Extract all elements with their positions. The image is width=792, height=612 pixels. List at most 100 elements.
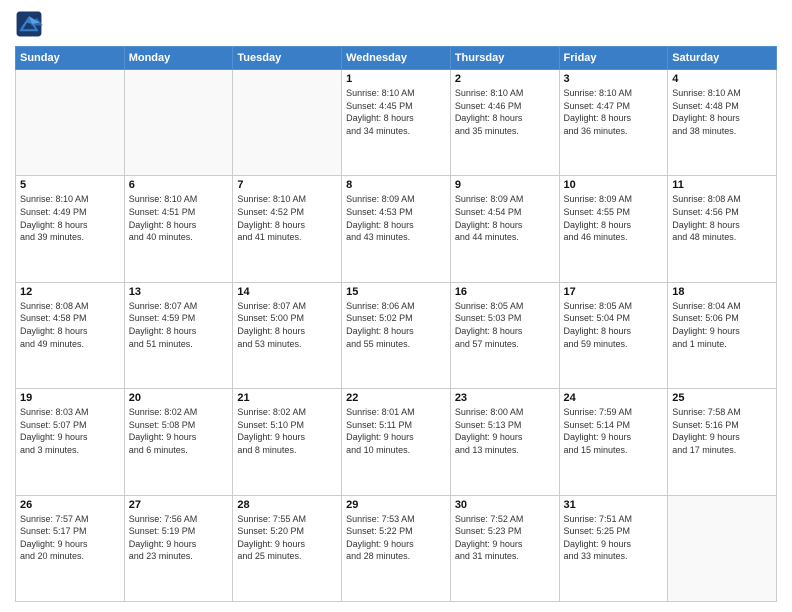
calendar-cell: 25 Sunrise: 7:58 AM Sunset: 5:16 PM Dayli… (668, 389, 777, 495)
calendar-cell: 22Sunrise: 8:01 AM Sunset: 5:11 PM Dayli… (342, 389, 451, 495)
day-info: Sunrise: 7:53 AM Sunset: 5:22 PM Dayligh… (346, 513, 446, 563)
calendar-cell (668, 495, 777, 601)
calendar-cell (16, 70, 125, 176)
day-info: Sunrise: 8:08 AM Sunset: 4:58 PM Dayligh… (20, 300, 120, 350)
day-number: 27 (129, 499, 229, 511)
week-row-4: 26 Sunrise: 7:57 AM Sunset: 5:17 PM Dayli… (16, 495, 777, 601)
calendar-cell: 10 Sunrise: 8:09 AM Sunset: 4:55 PM Dayli… (559, 176, 668, 282)
calendar-cell: 9 Sunrise: 8:09 AM Sunset: 4:54 PM Daylig… (450, 176, 559, 282)
day-info: Sunrise: 8:10 AM Sunset: 4:49 PM Dayligh… (20, 193, 120, 243)
calendar-cell: 21 Sunrise: 8:02 AM Sunset: 5:10 PM Dayli… (233, 389, 342, 495)
logo-icon (15, 10, 43, 38)
weekday-header-tuesday: Tuesday (233, 47, 342, 70)
calendar-cell: 1 Sunrise: 8:10 AM Sunset: 4:45 PM Daylig… (342, 70, 451, 176)
day-number: 1 (346, 73, 446, 85)
day-number: 13 (129, 286, 229, 298)
weekday-header-thursday: Thursday (450, 47, 559, 70)
day-info: Sunrise: 8:08 AM Sunset: 4:56 PM Dayligh… (672, 193, 772, 243)
day-info: Sunrise: 8:10 AM Sunset: 4:45 PM Dayligh… (346, 87, 446, 137)
day-number: 17 (564, 286, 664, 298)
calendar-cell: 26 Sunrise: 7:57 AM Sunset: 5:17 PM Dayli… (16, 495, 125, 601)
day-number: 7 (237, 179, 337, 191)
day-number: 20 (129, 392, 229, 404)
day-info: Sunrise: 8:10 AM Sunset: 4:52 PM Dayligh… (237, 193, 337, 243)
calendar-cell: 31Sunrise: 7:51 AM Sunset: 5:25 PM Dayli… (559, 495, 668, 601)
day-info: Sunrise: 8:02 AM Sunset: 5:10 PM Dayligh… (237, 406, 337, 456)
calendar-cell: 12Sunrise: 8:08 AM Sunset: 4:58 PM Dayli… (16, 282, 125, 388)
day-info: Sunrise: 8:00 AM Sunset: 5:13 PM Dayligh… (455, 406, 555, 456)
day-number: 9 (455, 179, 555, 191)
day-info: Sunrise: 7:56 AM Sunset: 5:19 PM Dayligh… (129, 513, 229, 563)
day-info: Sunrise: 8:01 AM Sunset: 5:11 PM Dayligh… (346, 406, 446, 456)
calendar-cell: 30 Sunrise: 7:52 AM Sunset: 5:23 PM Dayli… (450, 495, 559, 601)
day-info: Sunrise: 8:10 AM Sunset: 4:48 PM Dayligh… (672, 87, 772, 137)
weekday-header-wednesday: Wednesday (342, 47, 451, 70)
calendar-cell: 13Sunrise: 8:07 AM Sunset: 4:59 PM Dayli… (124, 282, 233, 388)
calendar-cell: 5 Sunrise: 8:10 AM Sunset: 4:49 PM Daylig… (16, 176, 125, 282)
day-number: 10 (564, 179, 664, 191)
day-info: Sunrise: 8:07 AM Sunset: 5:00 PM Dayligh… (237, 300, 337, 350)
calendar-cell: 19Sunrise: 8:03 AM Sunset: 5:07 PM Dayli… (16, 389, 125, 495)
day-number: 29 (346, 499, 446, 511)
day-info: Sunrise: 7:57 AM Sunset: 5:17 PM Dayligh… (20, 513, 120, 563)
weekday-header-sunday: Sunday (16, 47, 125, 70)
day-info: Sunrise: 8:03 AM Sunset: 5:07 PM Dayligh… (20, 406, 120, 456)
day-number: 5 (20, 179, 120, 191)
day-info: Sunrise: 7:55 AM Sunset: 5:20 PM Dayligh… (237, 513, 337, 563)
day-number: 30 (455, 499, 555, 511)
day-number: 26 (20, 499, 120, 511)
day-info: Sunrise: 7:52 AM Sunset: 5:23 PM Dayligh… (455, 513, 555, 563)
calendar-cell: 6Sunrise: 8:10 AM Sunset: 4:51 PM Daylig… (124, 176, 233, 282)
day-number: 24 (564, 392, 664, 404)
day-info: Sunrise: 8:10 AM Sunset: 4:46 PM Dayligh… (455, 87, 555, 137)
calendar-cell: 18 Sunrise: 8:04 AM Sunset: 5:06 PM Dayli… (668, 282, 777, 388)
weekday-header-friday: Friday (559, 47, 668, 70)
day-number: 18 (672, 286, 772, 298)
calendar-cell: 24 Sunrise: 7:59 AM Sunset: 5:14 PM Dayli… (559, 389, 668, 495)
weekday-header-saturday: Saturday (668, 47, 777, 70)
day-info: Sunrise: 7:51 AM Sunset: 5:25 PM Dayligh… (564, 513, 664, 563)
calendar-cell: 23 Sunrise: 8:00 AM Sunset: 5:13 PM Dayli… (450, 389, 559, 495)
day-info: Sunrise: 7:58 AM Sunset: 5:16 PM Dayligh… (672, 406, 772, 456)
calendar-cell: 4Sunrise: 8:10 AM Sunset: 4:48 PM Daylig… (668, 70, 777, 176)
day-info: Sunrise: 8:10 AM Sunset: 4:47 PM Dayligh… (564, 87, 664, 137)
week-row-2: 12Sunrise: 8:08 AM Sunset: 4:58 PM Dayli… (16, 282, 777, 388)
day-info: Sunrise: 8:09 AM Sunset: 4:54 PM Dayligh… (455, 193, 555, 243)
day-info: Sunrise: 7:59 AM Sunset: 5:14 PM Dayligh… (564, 406, 664, 456)
day-info: Sunrise: 8:04 AM Sunset: 5:06 PM Dayligh… (672, 300, 772, 350)
logo (15, 10, 47, 38)
day-info: Sunrise: 8:09 AM Sunset: 4:53 PM Dayligh… (346, 193, 446, 243)
calendar-header-row: SundayMondayTuesdayWednesdayThursdayFrid… (16, 47, 777, 70)
day-number: 3 (564, 73, 664, 85)
day-info: Sunrise: 8:10 AM Sunset: 4:51 PM Dayligh… (129, 193, 229, 243)
calendar-cell: 8 Sunrise: 8:09 AM Sunset: 4:53 PM Daylig… (342, 176, 451, 282)
day-number: 8 (346, 179, 446, 191)
week-row-0: 1 Sunrise: 8:10 AM Sunset: 4:45 PM Daylig… (16, 70, 777, 176)
day-number: 25 (672, 392, 772, 404)
calendar-cell: 11 Sunrise: 8:08 AM Sunset: 4:56 PM Dayli… (668, 176, 777, 282)
calendar-cell: 17 Sunrise: 8:05 AM Sunset: 5:04 PM Dayli… (559, 282, 668, 388)
calendar-cell: 3 Sunrise: 8:10 AM Sunset: 4:47 PM Daylig… (559, 70, 668, 176)
day-info: Sunrise: 8:09 AM Sunset: 4:55 PM Dayligh… (564, 193, 664, 243)
calendar-cell: 28 Sunrise: 7:55 AM Sunset: 5:20 PM Dayli… (233, 495, 342, 601)
day-number: 28 (237, 499, 337, 511)
day-number: 14 (237, 286, 337, 298)
calendar-cell: 14 Sunrise: 8:07 AM Sunset: 5:00 PM Dayli… (233, 282, 342, 388)
calendar-cell: 16Sunrise: 8:05 AM Sunset: 5:03 PM Dayli… (450, 282, 559, 388)
day-number: 23 (455, 392, 555, 404)
day-number: 11 (672, 179, 772, 191)
calendar-cell: 2 Sunrise: 8:10 AM Sunset: 4:46 PM Daylig… (450, 70, 559, 176)
day-number: 15 (346, 286, 446, 298)
calendar-cell (124, 70, 233, 176)
day-info: Sunrise: 8:05 AM Sunset: 5:04 PM Dayligh… (564, 300, 664, 350)
day-info: Sunrise: 8:05 AM Sunset: 5:03 PM Dayligh… (455, 300, 555, 350)
calendar-cell: 20 Sunrise: 8:02 AM Sunset: 5:08 PM Dayli… (124, 389, 233, 495)
calendar-cell (233, 70, 342, 176)
calendar-table: SundayMondayTuesdayWednesdayThursdayFrid… (15, 46, 777, 602)
day-info: Sunrise: 8:02 AM Sunset: 5:08 PM Dayligh… (129, 406, 229, 456)
day-number: 2 (455, 73, 555, 85)
calendar-cell: 15Sunrise: 8:06 AM Sunset: 5:02 PM Dayli… (342, 282, 451, 388)
day-number: 21 (237, 392, 337, 404)
calendar-cell: 27 Sunrise: 7:56 AM Sunset: 5:19 PM Dayli… (124, 495, 233, 601)
calendar-cell: 29 Sunrise: 7:53 AM Sunset: 5:22 PM Dayli… (342, 495, 451, 601)
